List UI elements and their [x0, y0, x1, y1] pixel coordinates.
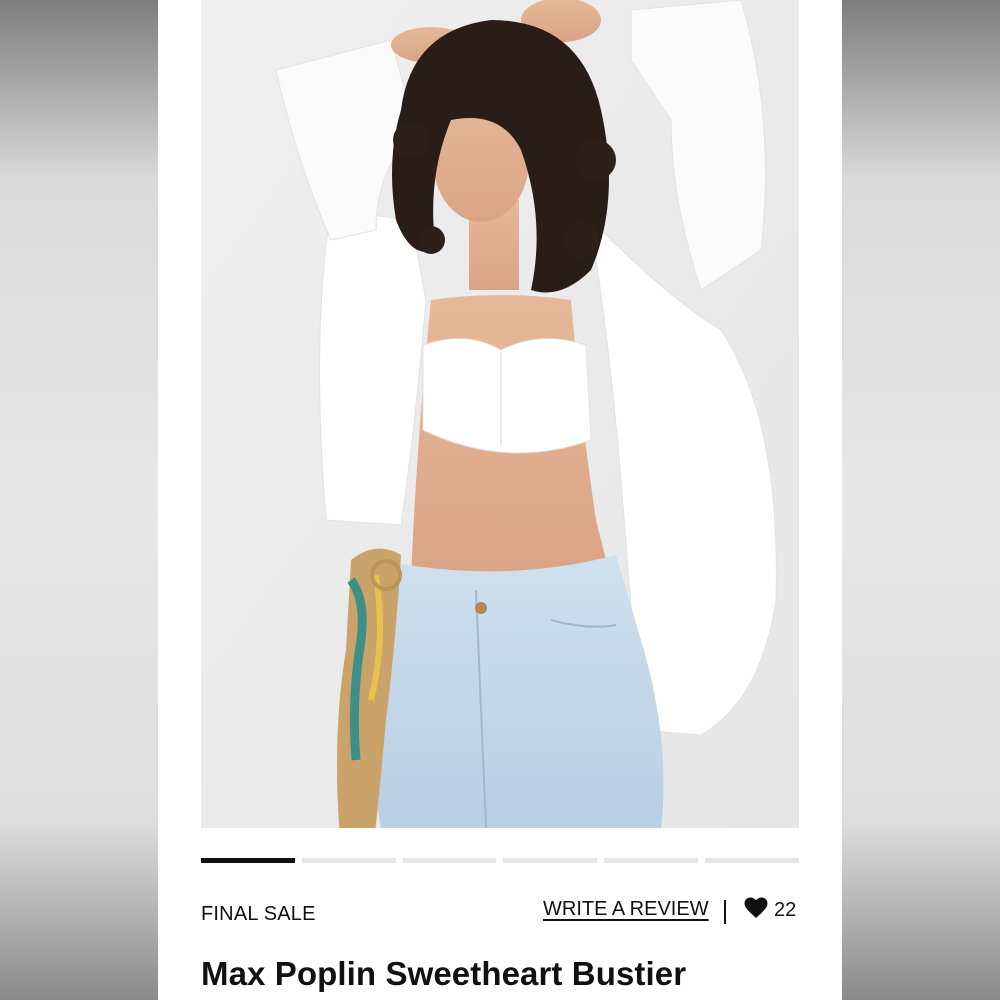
final-sale-badge: FINAL SALE: [201, 903, 316, 925]
carousel-dot-5[interactable]: [604, 858, 699, 863]
carousel-dot-6[interactable]: [705, 858, 799, 863]
carousel-dot-3[interactable]: [402, 858, 497, 863]
right-backdrop: [842, 0, 1000, 1000]
action-divider: [724, 900, 726, 924]
carousel-dot-4[interactable]: [503, 858, 598, 863]
heart-icon: [744, 897, 768, 924]
product-image[interactable]: [201, 0, 799, 828]
left-backdrop: [0, 0, 158, 1000]
carousel-dot-2[interactable]: [301, 858, 396, 863]
like-count: 22: [774, 899, 797, 921]
model-photo-illustration: [201, 0, 799, 828]
product-page: FINAL SALE WRITE A REVIEW 22 Max Poplin …: [158, 0, 842, 1000]
write-review-link[interactable]: WRITE A REVIEW: [543, 898, 709, 921]
carousel-dot-1[interactable]: [201, 858, 295, 863]
product-title: Max Poplin Sweetheart Bustier: [201, 955, 687, 992]
like-button[interactable]: 22: [744, 897, 796, 924]
image-carousel-indicator: [201, 858, 799, 866]
